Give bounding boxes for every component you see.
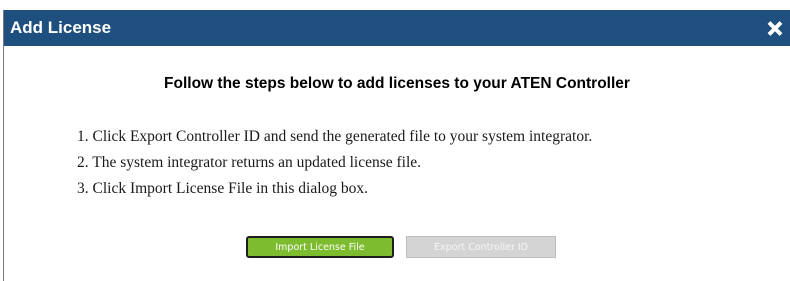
- steps-list: 1. Click Export Controller ID and send t…: [77, 125, 592, 203]
- dialog-title: Add License: [10, 18, 112, 37]
- export-controller-id-button[interactable]: Export Controller ID: [406, 236, 556, 258]
- close-icon[interactable]: [768, 21, 782, 35]
- add-license-dialog: Add License Follow the steps below to ad…: [3, 10, 790, 281]
- instructions-heading: Follow the steps below to add licenses t…: [164, 75, 630, 92]
- import-license-file-button[interactable]: Import License File: [246, 236, 394, 258]
- step-item: 1. Click Export Controller ID and send t…: [77, 128, 593, 145]
- step-item: 2. The system integrator returns an upda…: [77, 154, 422, 171]
- step-item: 3. Click Import License File in this dia…: [77, 180, 369, 197]
- dialog-titlebar: Add License: [4, 10, 790, 46]
